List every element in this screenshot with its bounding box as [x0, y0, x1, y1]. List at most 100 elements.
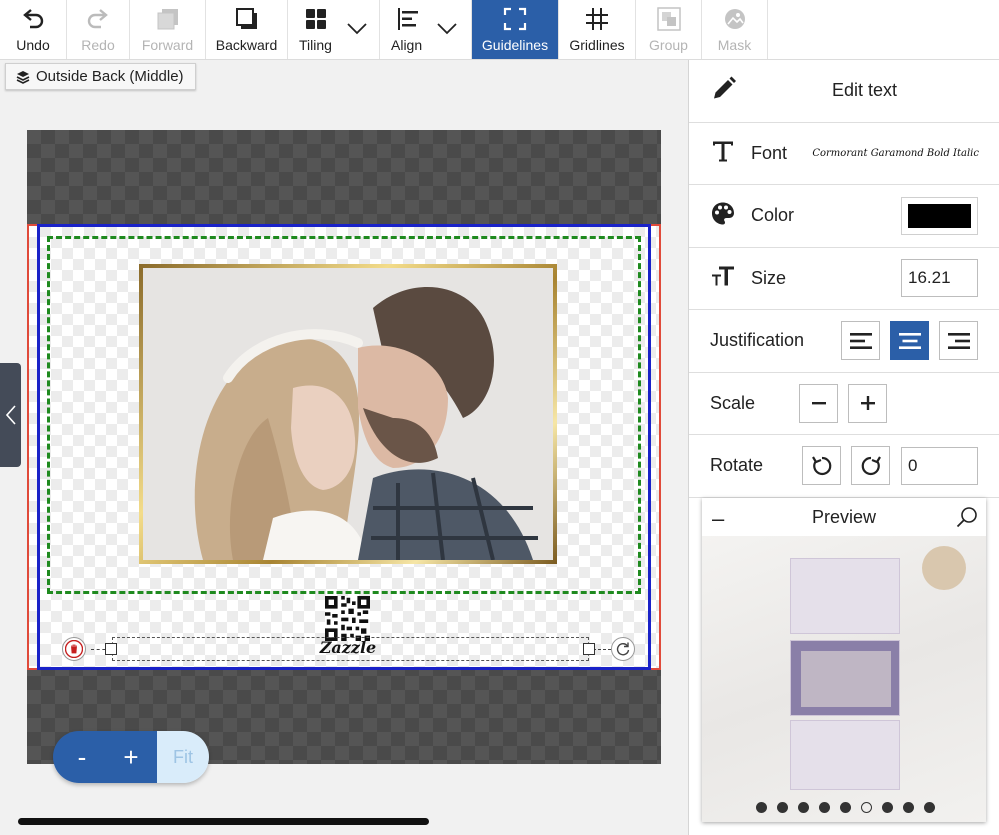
tiling-dropdown[interactable]: [342, 14, 372, 44]
font-label: Font: [751, 142, 788, 163]
tiling-icon: [306, 9, 326, 29]
preview-image[interactable]: [702, 536, 986, 822]
redo-button[interactable]: Redo: [67, 0, 130, 59]
align-left-icon: [398, 8, 418, 30]
rotate-row: Rotate 0: [689, 435, 999, 498]
gridlines-label: Gridlines: [569, 37, 625, 53]
layers-icon: [16, 70, 30, 84]
align-center-icon: [898, 332, 921, 349]
preview-panel: – Preview: [702, 498, 986, 822]
rotate-right-button[interactable]: [851, 446, 890, 486]
align-left-icon: [849, 332, 872, 349]
rotate-ccw-icon: [811, 456, 831, 475]
group-button[interactable]: Group: [636, 0, 702, 59]
panel-header: Edit text: [689, 60, 999, 123]
text-size-icon: [711, 264, 735, 293]
mask-button[interactable]: Mask: [702, 0, 768, 59]
plus-icon: [860, 396, 875, 411]
align-button[interactable]: Align: [380, 0, 472, 59]
align-dropdown[interactable]: [432, 14, 462, 44]
layer-selector[interactable]: Outside Back (Middle): [5, 63, 196, 90]
zoom-fit-button[interactable]: Fit: [157, 731, 209, 783]
font-value[interactable]: Cormorant Garamond Bold Italic: [812, 148, 979, 159]
tiling-label: Tiling: [299, 37, 332, 53]
size-input[interactable]: 16.21: [901, 259, 978, 298]
couple-photo[interactable]: [143, 268, 553, 560]
tiling-button[interactable]: Tiling: [288, 0, 380, 59]
delete-handle[interactable]: [62, 637, 86, 661]
preview-page-dot[interactable]: [819, 802, 830, 813]
minimize-preview-button[interactable]: –: [712, 506, 724, 532]
preview-page-dot[interactable]: [882, 802, 893, 813]
photo-frame[interactable]: [139, 264, 557, 564]
redo-label: Redo: [81, 37, 115, 53]
guidelines-button[interactable]: Guidelines: [472, 0, 559, 59]
font-row[interactable]: Font Cormorant Garamond Bold Italic: [689, 123, 999, 185]
justify-right-button[interactable]: [939, 321, 978, 361]
undo-icon: [23, 9, 44, 29]
gridlines-button[interactable]: Gridlines: [559, 0, 636, 59]
zoom-in-button[interactable]: +: [105, 731, 157, 783]
preview-page-dot[interactable]: [840, 802, 851, 813]
size-row: Size 16.21: [689, 248, 999, 310]
guidelines-icon: [503, 7, 527, 31]
size-label: Size: [751, 267, 787, 288]
minus-icon: [811, 402, 826, 405]
chevron-down-icon: [347, 23, 367, 35]
qr-code[interactable]: [325, 596, 370, 641]
justification-row: Justification: [689, 310, 999, 373]
resize-handle[interactable]: [583, 643, 595, 655]
horizontal-scrollbar[interactable]: [18, 818, 429, 825]
zoom-preview-button[interactable]: [956, 506, 978, 533]
search-icon: [956, 507, 977, 528]
forward-button[interactable]: Forward: [130, 0, 206, 59]
rotate-left-button[interactable]: [802, 446, 841, 486]
zoom-out-button[interactable]: -: [53, 731, 105, 783]
undo-button[interactable]: Undo: [0, 0, 67, 59]
preview-page-dot[interactable]: [903, 802, 914, 813]
justify-left-button[interactable]: [841, 321, 880, 361]
align-right-icon: [947, 332, 970, 349]
forward-label: Forward: [141, 37, 194, 53]
preview-page-dots: [756, 802, 935, 813]
rotate-cw-icon: [861, 456, 881, 475]
rotate-icon: [616, 642, 630, 656]
toolbar: Undo Redo Forward Backward Tiling Align …: [0, 0, 999, 60]
preview-page-dot[interactable]: [756, 802, 767, 813]
preview-header: – Preview: [702, 498, 986, 536]
preview-card-middle: [790, 640, 900, 716]
resize-handle[interactable]: [105, 643, 117, 655]
chevron-down-icon: [437, 23, 457, 35]
text-selection-box[interactable]: [112, 637, 589, 661]
mask-label: Mask: [717, 37, 752, 53]
zoom-controls: - + Fit: [53, 731, 209, 783]
preview-card-bottom: [790, 720, 900, 790]
collapse-sidebar-tab[interactable]: [0, 363, 21, 467]
preview-card-top: [790, 558, 900, 634]
scale-row: Scale: [689, 373, 999, 435]
scale-up-button[interactable]: [848, 383, 887, 423]
rotate-label: Rotate: [710, 455, 764, 476]
send-backward-icon: [235, 8, 257, 29]
preview-page-dot[interactable]: [798, 802, 809, 813]
backward-button[interactable]: Backward: [206, 0, 288, 59]
color-swatch-fill: [908, 203, 971, 228]
rotate-handle[interactable]: [611, 637, 635, 661]
preview-page-dot[interactable]: [861, 802, 872, 813]
text-type-icon: [711, 139, 735, 168]
color-label: Color: [751, 205, 795, 226]
justification-label: Justification: [710, 330, 805, 351]
preview-page-dot[interactable]: [924, 802, 935, 813]
design-canvas[interactable]: Zazzle: [27, 130, 661, 764]
justify-center-button[interactable]: [890, 321, 929, 361]
rotate-input[interactable]: 0: [901, 446, 978, 485]
scale-label: Scale: [710, 392, 756, 413]
undo-label: Undo: [16, 37, 50, 53]
color-swatch[interactable]: [901, 196, 978, 235]
backward-label: Backward: [215, 37, 278, 53]
preview-page-dot[interactable]: [777, 802, 788, 813]
palette-icon: [711, 201, 735, 230]
preview-card-photo: [801, 651, 891, 707]
qr-code-image: [325, 596, 370, 641]
scale-down-button[interactable]: [799, 383, 838, 423]
